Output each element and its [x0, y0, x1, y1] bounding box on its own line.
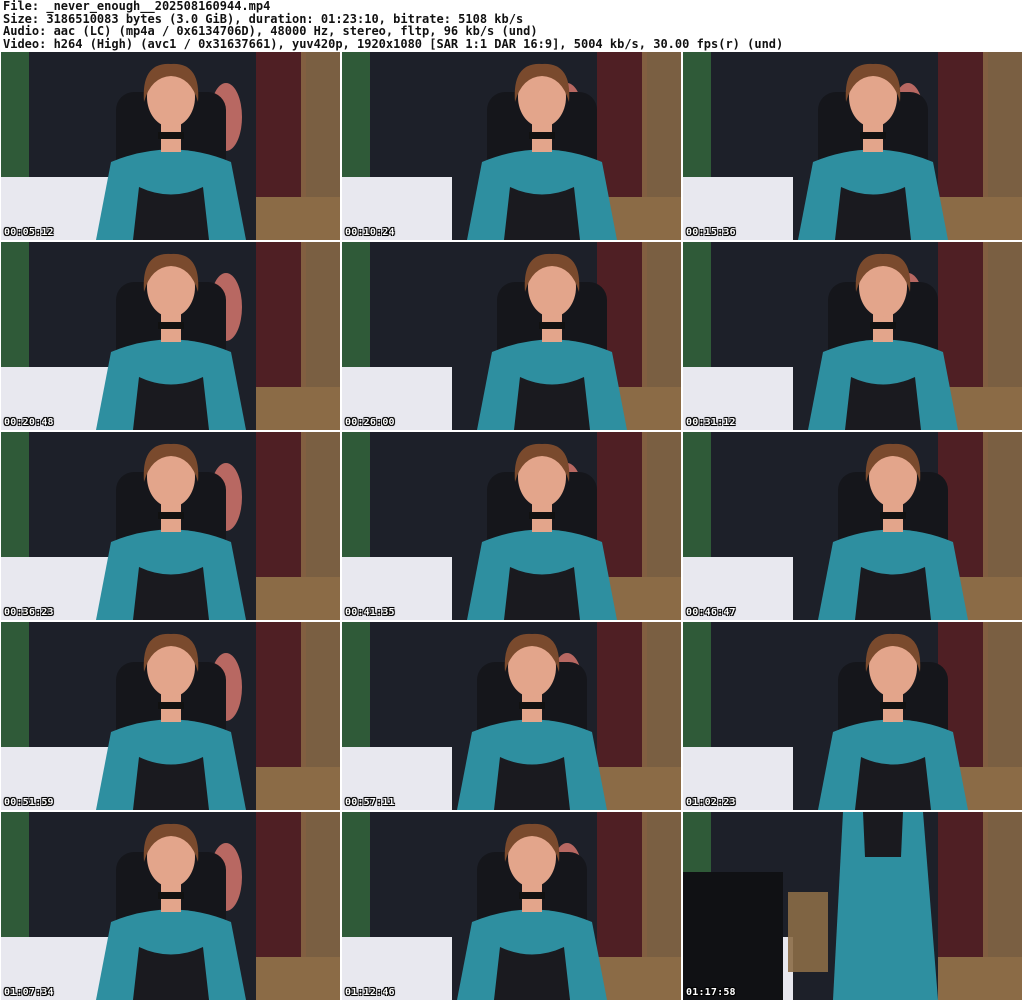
thumbnail-timestamp: 00:15:36 — [686, 227, 736, 238]
thumbnail-timestamp: 01:17:58 — [686, 987, 736, 998]
thumbnail-timestamp: 00:36:23 — [4, 607, 54, 618]
thumbnail-scene — [342, 432, 681, 620]
thumbnail[interactable]: 01:07:34 — [1, 812, 340, 1000]
thumbnail-grid: 00:05:12 00:10:24 00:15:36 00:20:48 00:2… — [1, 52, 1023, 1003]
thumbnail[interactable]: 00:26:00 — [342, 242, 681, 430]
thumbnail[interactable]: 01:12:46 — [342, 812, 681, 1000]
thumbnail-timestamp: 00:05:12 — [4, 227, 54, 238]
thumbnail-timestamp: 01:07:34 — [4, 987, 54, 998]
file-name-line: File: _never_enough__202508160944.mp4 — [3, 0, 271, 13]
thumbnail-scene — [683, 52, 1022, 240]
thumbnail[interactable]: 00:20:48 — [1, 242, 340, 430]
thumbnail-timestamp: 00:26:00 — [345, 417, 395, 428]
file-info-header: File: _never_enough__202508160944.mp4 Si… — [3, 0, 1021, 50]
thumbnail[interactable]: 00:41:35 — [342, 432, 681, 620]
thumbnail-scene — [683, 812, 1022, 1000]
thumbnail[interactable]: 00:15:36 — [683, 52, 1022, 240]
thumbnail-timestamp: 01:02:23 — [686, 797, 736, 808]
thumbnail[interactable]: 00:05:12 — [1, 52, 340, 240]
thumbnail-timestamp: 00:57:11 — [345, 797, 395, 808]
thumbnail-scene — [683, 622, 1022, 810]
thumbnail-timestamp: 00:46:47 — [686, 607, 736, 618]
thumbnail-scene — [1, 812, 340, 1000]
thumbnail-scene — [683, 432, 1022, 620]
thumbnail-timestamp: 00:31:12 — [686, 417, 736, 428]
thumbnail[interactable]: 00:57:11 — [342, 622, 681, 810]
thumbnail[interactable]: 00:36:23 — [1, 432, 340, 620]
thumbnail-scene — [342, 242, 681, 430]
thumbnail-scene — [1, 242, 340, 430]
thumbnail[interactable]: 00:31:12 — [683, 242, 1022, 430]
thumbnail-timestamp: 00:41:35 — [345, 607, 395, 618]
thumbnail-timestamp: 00:10:24 — [345, 227, 395, 238]
thumbnail[interactable]: 00:46:47 — [683, 432, 1022, 620]
thumbnail[interactable]: 00:51:59 — [1, 622, 340, 810]
thumbnail-scene — [1, 52, 340, 240]
audio-info-line: Audio: aac (LC) (mp4a / 0x6134706D), 480… — [3, 24, 538, 39]
thumbnail-scene — [1, 622, 340, 810]
thumbnail-scene — [342, 52, 681, 240]
thumbnail-timestamp: 01:12:46 — [345, 987, 395, 998]
thumbnail-scene — [1, 432, 340, 620]
thumbnail-scene — [342, 622, 681, 810]
thumbnail-scene — [342, 812, 681, 1000]
thumbnail[interactable]: 00:10:24 — [342, 52, 681, 240]
thumbnail-timestamp: 00:51:59 — [4, 797, 54, 808]
thumbnail[interactable]: 01:02:23 — [683, 622, 1022, 810]
video-info-line: Video: h264 (High) (avc1 / 0x31637661), … — [3, 36, 784, 51]
thumbnail-timestamp: 00:20:48 — [4, 417, 54, 428]
thumbnail-scene — [683, 242, 1022, 430]
thumbnail[interactable]: 01:17:58 — [683, 812, 1022, 1000]
